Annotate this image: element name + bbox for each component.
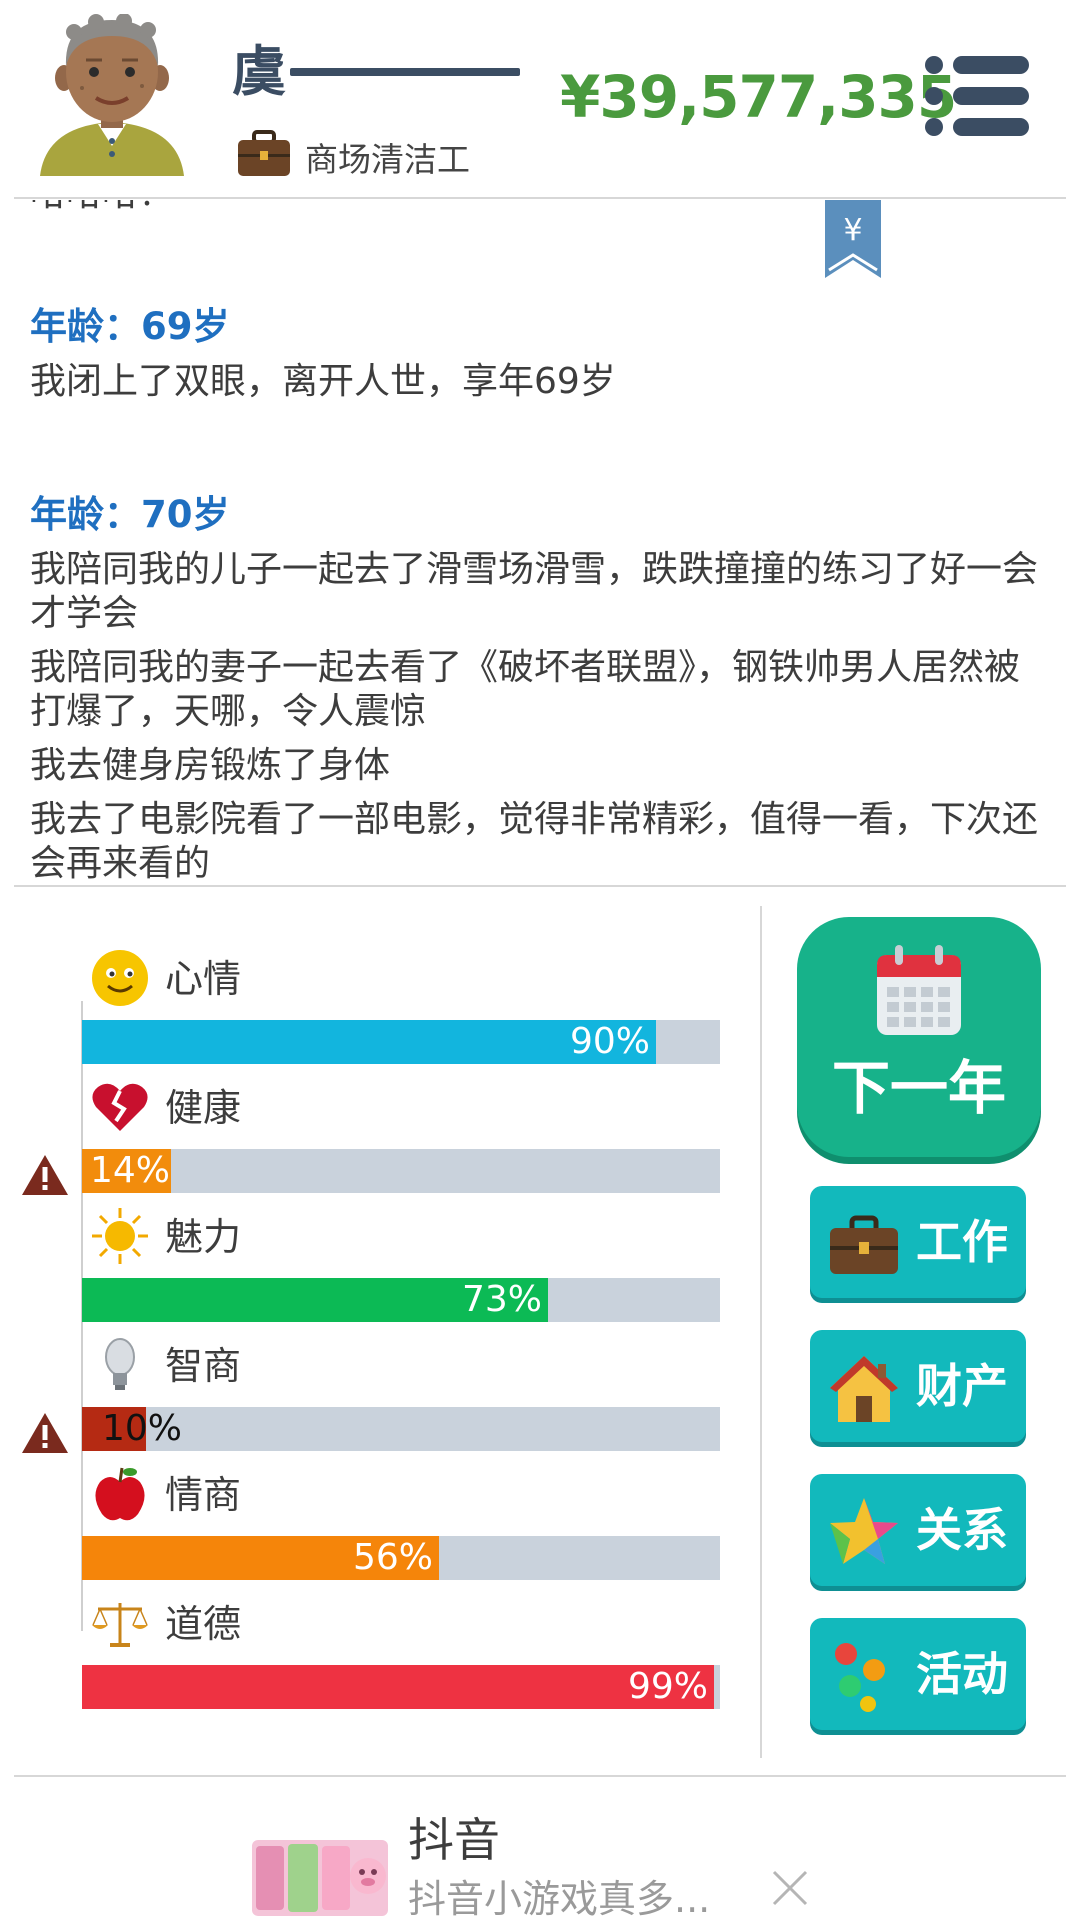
briefcase-icon — [830, 1215, 898, 1274]
life-log[interactable]: 哈哈哈！ 年龄：69岁 我闭上了双眼，离开人世，享年69岁 年龄：70岁 我陪同… — [0, 200, 1080, 885]
stat-bar-track: 99% — [82, 1665, 720, 1709]
stat-bar-track: 90% — [82, 1020, 720, 1064]
player-name: 虞 — [232, 40, 286, 103]
header-divider — [14, 197, 1066, 199]
ad-subtitle: 抖音小游戏真多... — [408, 1877, 711, 1921]
close-icon[interactable] — [770, 1868, 810, 1908]
next-year-label: 下一年 — [831, 1054, 1006, 1122]
log-year-block: 年龄：69岁 我闭上了双眼，离开人世，享年69岁 — [30, 304, 1040, 404]
ad-title: 抖音 — [408, 1813, 500, 1867]
stat-bar-fill — [82, 1665, 714, 1709]
warning-icon — [22, 1413, 68, 1453]
stat-mood: 心情 90% — [0, 948, 740, 1078]
property-label: 财产 — [916, 1359, 1008, 1413]
menu-button[interactable] — [925, 56, 1029, 136]
log-entry: 我陪同我的妻子一起去看了《破坏者联盟》，钢铁帅男人居然被打爆了，天哪，令人震惊 — [30, 647, 1021, 732]
log-entry: 我去健身房锻炼了身体 — [30, 745, 391, 786]
stat-label: 道德 — [165, 1602, 242, 1646]
stat-percent: 14% — [90, 1150, 171, 1191]
warning-icon — [22, 1155, 68, 1195]
money-balance: ¥39,577,335 — [560, 63, 957, 131]
age-heading: 年龄：70岁 — [30, 493, 230, 536]
work-label: 工作 — [916, 1215, 1008, 1269]
stat-percent: 56% — [352, 1537, 433, 1578]
house-icon — [830, 1356, 898, 1422]
stat-label: 情商 — [165, 1473, 242, 1517]
work-button[interactable]: 工作 — [810, 1186, 1026, 1298]
apple-icon — [95, 1467, 145, 1521]
stat-bar-track: 73% — [82, 1278, 720, 1322]
stat-health: 健康 14% — [0, 1077, 740, 1207]
panel-separator — [760, 906, 762, 1758]
player-avatar[interactable] — [38, 14, 186, 176]
age-heading: 年龄：69岁 — [30, 305, 230, 348]
ad-thumbnail-image[interactable] — [252, 1840, 388, 1916]
activities-dots-icon — [835, 1643, 885, 1712]
scales-icon — [92, 1603, 148, 1647]
job-title: 商场清洁工 — [305, 140, 470, 179]
property-button[interactable]: 财产 — [810, 1330, 1026, 1442]
stat-morality: 道德 99% — [0, 1593, 740, 1723]
name-redaction-bar — [290, 68, 520, 76]
footer-divider — [14, 1775, 1066, 1777]
star-icon — [830, 1498, 898, 1564]
stats-panel: 心情 90% 健康 14% 魅力 73% 智商 10% 情商 56% 道德 99… — [0, 886, 760, 1746]
stat-label: 智商 — [165, 1344, 242, 1388]
lightbulb-icon — [105, 1338, 135, 1390]
stat-label: 魅力 — [165, 1215, 242, 1259]
stat-percent: 99% — [627, 1666, 708, 1707]
sun-icon — [92, 1208, 148, 1264]
stat-label: 心情 — [165, 957, 242, 1001]
log-year-block: 年龄：70岁 我陪同我的儿子一起去了滑雪场滑雪，跌跌撞撞的练习了好一会才学会 我… — [30, 492, 1040, 885]
relations-label: 关系 — [916, 1503, 1008, 1557]
log-entry-cutoff: 我去了电影院看了一部电影，觉得非常精彩，值得一看，下次还会再来看的 — [30, 799, 1039, 884]
stat-percent: 10% — [102, 1408, 183, 1449]
header: 虞 商场清洁工 ¥39,577,335 — [0, 0, 1080, 197]
log-entry: 我陪同我的儿子一起去了滑雪场滑雪，跌跌撞撞的练习了好一会才学会 — [30, 549, 1039, 634]
stat-bar-track: 56% — [82, 1536, 720, 1580]
activities-label: 活动 — [916, 1647, 1008, 1701]
stat-bar-track: 14% — [82, 1149, 720, 1193]
log-entry-partial: 哈哈哈！ — [30, 200, 1040, 216]
stat-iq: 智商 10% — [0, 1335, 740, 1465]
next-year-button[interactable]: 下一年 — [797, 917, 1041, 1157]
broken-heart-icon — [92, 1083, 148, 1131]
relations-button[interactable]: 关系 — [810, 1474, 1026, 1586]
stat-percent: 90% — [569, 1021, 650, 1062]
svg-text:¥: ¥ — [843, 213, 862, 248]
stat-percent: 73% — [461, 1279, 542, 1320]
smiley-icon — [92, 950, 148, 1006]
ad-banner[interactable]: 抖音 抖音小游戏真多... — [0, 1784, 1080, 1921]
stat-label: 健康 — [165, 1086, 242, 1130]
stat-bar-track: 10% — [82, 1407, 720, 1451]
log-entry: 我闭上了双眼，离开人世，享年69岁 — [30, 361, 616, 402]
activities-button[interactable]: 活动 — [810, 1618, 1026, 1730]
stat-eq: 情商 56% — [0, 1464, 740, 1594]
briefcase-icon — [238, 130, 290, 176]
calendar-icon — [877, 945, 961, 1035]
yuan-bookmark-icon[interactable]: ¥ — [825, 200, 881, 278]
stat-charm: 魅力 73% — [0, 1206, 740, 1336]
